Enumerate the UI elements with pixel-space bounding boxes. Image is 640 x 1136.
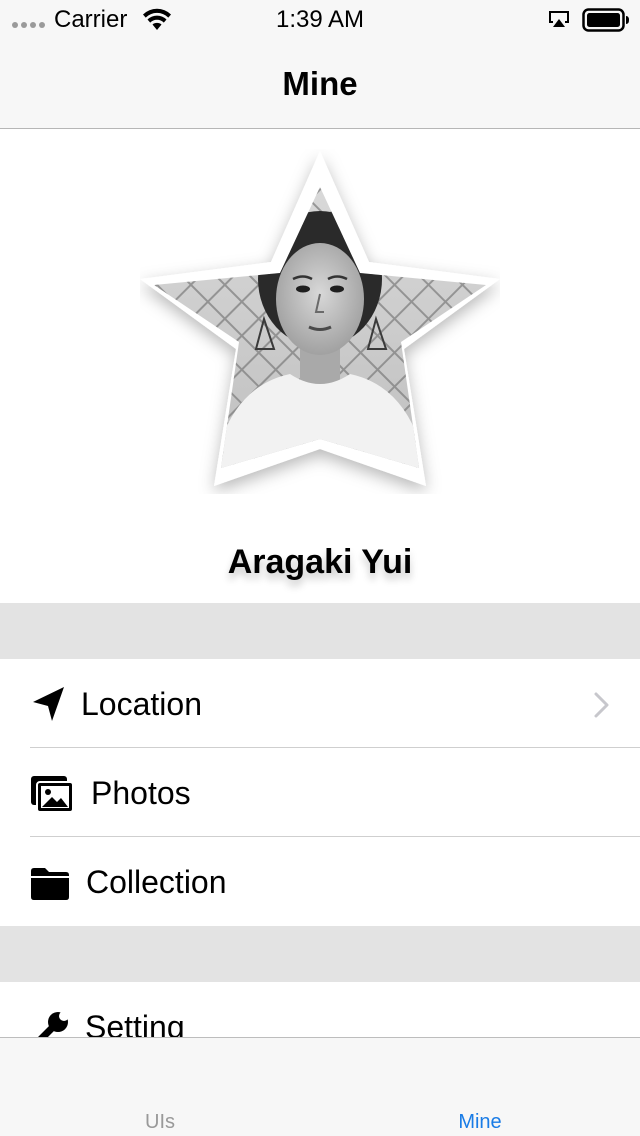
page-title: Mine — [282, 65, 358, 102]
photos-icon — [31, 776, 74, 813]
avatar[interactable] — [140, 149, 500, 494]
tab-bar: UIs Mine — [0, 1037, 640, 1136]
clock: 1:39 AM — [275, 6, 365, 33]
section-divider — [0, 603, 640, 659]
menu-item-photos[interactable]: Photos — [0, 748, 640, 837]
menu-item-collection[interactable]: Collection — [0, 837, 640, 926]
folder-icon — [31, 868, 69, 900]
battery-icon — [582, 8, 629, 32]
menu-item-label: Location — [81, 686, 202, 722]
navigation-bar: Mine — [0, 40, 640, 129]
profile-name: Aragaki Yui — [227, 543, 413, 581]
status-bar: Carrier 1:39 AM — [0, 0, 640, 40]
tab-mine[interactable]: Mine — [320, 1038, 640, 1136]
menu-item-location[interactable]: Location — [0, 659, 640, 748]
menu-item-setting[interactable]: Setting — [0, 982, 640, 1042]
location-arrow-icon — [33, 687, 64, 721]
tab-uis[interactable]: UIs — [0, 1038, 320, 1136]
chevron-right-icon — [594, 692, 609, 718]
tab-label: UIs — [145, 1111, 175, 1133]
airplay-icon — [549, 11, 569, 27]
menu-item-label: Collection — [86, 864, 227, 900]
profile-header: Aragaki Yui — [0, 129, 640, 603]
tab-label: Mine — [458, 1111, 502, 1133]
section-divider — [0, 926, 640, 982]
menu-item-label: Photos — [91, 775, 191, 811]
